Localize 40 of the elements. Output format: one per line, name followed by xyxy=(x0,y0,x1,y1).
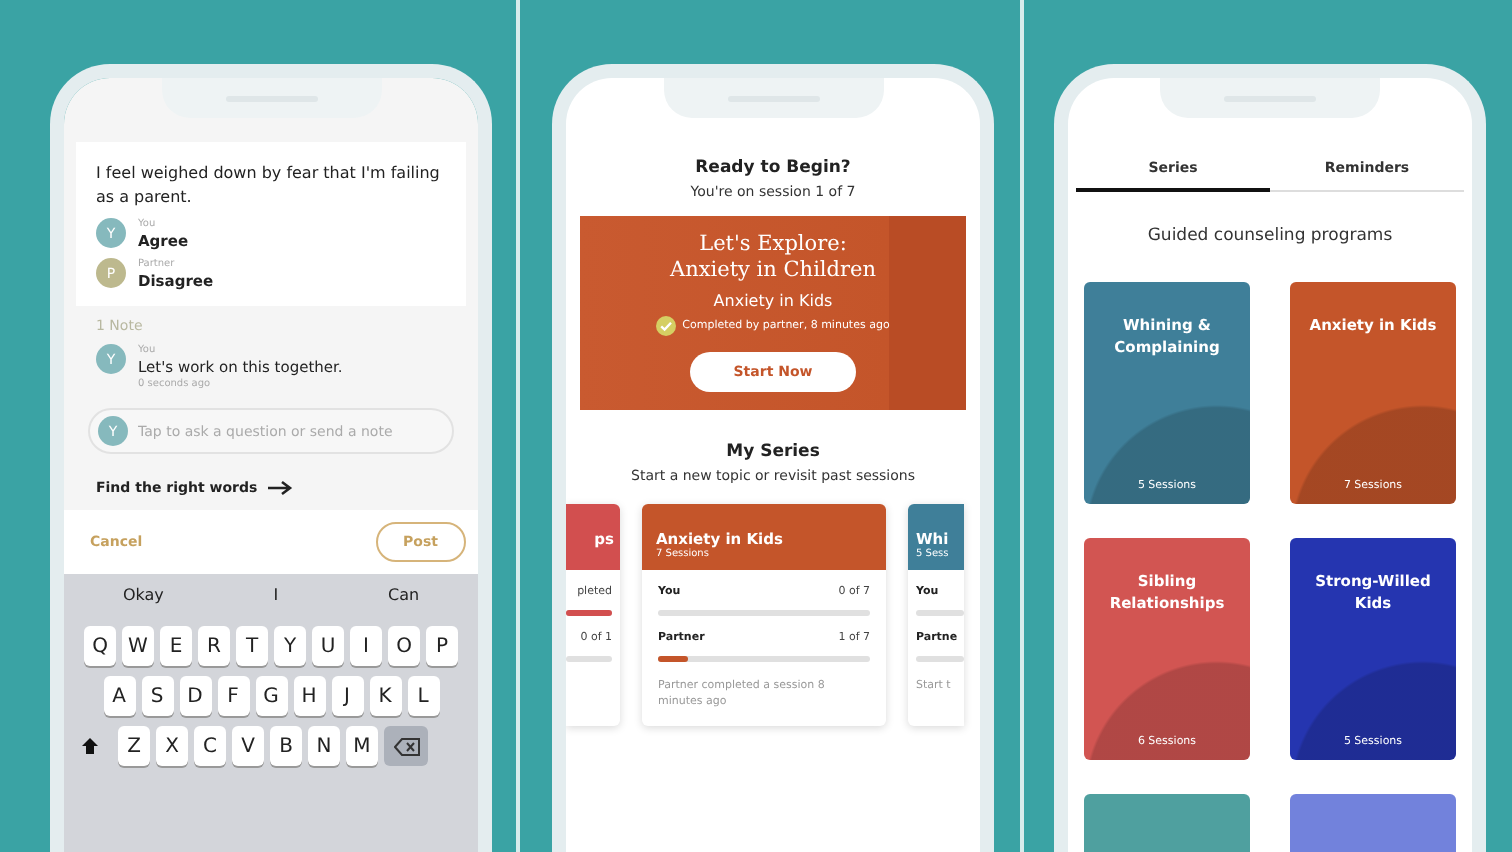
heading: Guided counseling programs xyxy=(1145,226,1395,246)
key[interactable]: W xyxy=(122,626,154,666)
suggestion-word[interactable]: I xyxy=(273,586,279,604)
key[interactable]: P xyxy=(426,626,458,666)
section-title: My Series xyxy=(724,442,822,462)
check-circle-icon xyxy=(656,316,677,336)
key[interactable]: J xyxy=(331,676,363,716)
key[interactable]: O xyxy=(388,626,420,666)
key[interactable]: B xyxy=(270,726,302,766)
key[interactable]: Q xyxy=(84,626,116,666)
shift-arrow-icon xyxy=(80,736,100,756)
key[interactable]: M xyxy=(346,726,378,766)
key[interactable]: R xyxy=(198,626,230,666)
key[interactable]: T xyxy=(236,626,268,666)
heading: Ready to Begin? xyxy=(693,158,853,178)
key[interactable]: V xyxy=(232,726,264,766)
key[interactable]: Z xyxy=(118,726,150,766)
key[interactable]: L xyxy=(407,676,439,716)
key[interactable]: U xyxy=(312,626,344,666)
key[interactable]: S xyxy=(141,676,173,716)
key[interactable]: E xyxy=(160,626,192,666)
key[interactable]: N xyxy=(308,726,340,766)
arrow-right-icon xyxy=(265,480,294,496)
suggestion-word[interactable]: Okay xyxy=(122,586,164,604)
key[interactable]: X xyxy=(156,726,188,766)
key[interactable]: C xyxy=(194,726,226,766)
series-name: Anxiety in Kids xyxy=(711,292,835,310)
statement-text: I feel weighed down by fear that I'm failing as a parent. xyxy=(96,162,442,210)
key[interactable]: K xyxy=(369,676,401,716)
key[interactable]: Y xyxy=(274,626,306,666)
key[interactable]: D xyxy=(179,676,211,716)
key[interactable]: H xyxy=(293,676,325,716)
session-title: Let's Explore: Anxiety in Children xyxy=(667,232,879,284)
key[interactable]: A xyxy=(103,676,135,716)
backspace-icon xyxy=(393,737,419,755)
key[interactable]: G xyxy=(255,676,287,716)
key[interactable]: I xyxy=(350,626,382,666)
key[interactable]: F xyxy=(217,676,249,716)
backspace-key[interactable] xyxy=(384,726,428,766)
suggestion-word[interactable]: Can xyxy=(387,586,420,604)
